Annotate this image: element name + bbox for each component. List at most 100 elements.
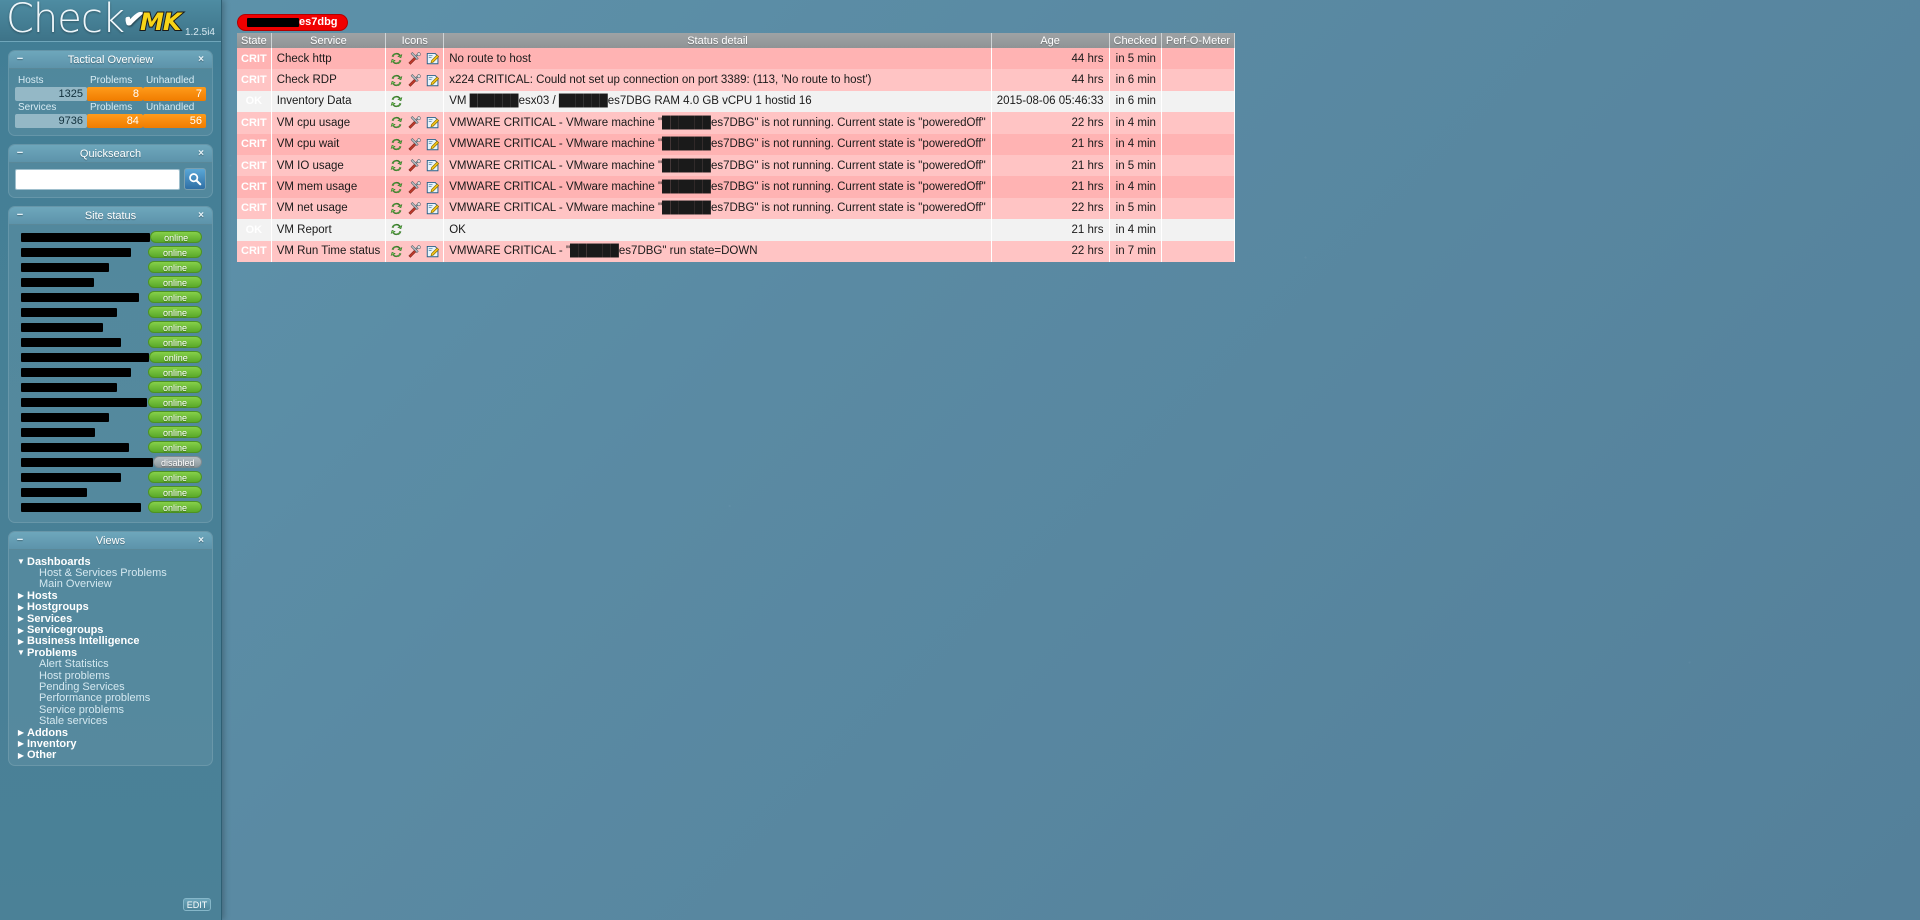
tactical-services-unhandled[interactable]: 56 xyxy=(142,114,206,128)
collapse-icon[interactable]: − xyxy=(14,535,26,547)
tactical-hosts-total[interactable]: 1325 xyxy=(15,87,87,101)
service-name-cell[interactable]: VM IO usage xyxy=(271,154,387,177)
site-status-badge[interactable]: online xyxy=(148,471,202,483)
wrench-icon[interactable] xyxy=(407,73,422,88)
status-badge[interactable]: CRIT xyxy=(237,154,272,177)
views-item-inventory[interactable]: ▶ Inventory xyxy=(15,738,206,750)
site-status-row[interactable]: online xyxy=(15,320,206,334)
chevron-right-icon[interactable]: ▶ xyxy=(15,603,27,612)
notes-icon[interactable] xyxy=(425,201,440,216)
site-status-badge[interactable]: online xyxy=(148,441,202,453)
site-status-row[interactable]: online xyxy=(15,290,206,304)
status-badge[interactable]: CRIT xyxy=(237,176,272,198)
views-item-host-services-problems[interactable]: Host & Services Problems xyxy=(15,567,206,579)
collapse-icon[interactable]: − xyxy=(14,54,26,66)
views-item-business-intelligence[interactable]: ▶ Business Intelligence xyxy=(15,635,206,647)
site-status-row[interactable]: online xyxy=(15,350,206,364)
site-status-badge[interactable]: online xyxy=(148,336,202,348)
reschedule-icon[interactable] xyxy=(389,73,404,88)
site-status-row[interactable]: online xyxy=(15,440,206,454)
views-item-addons[interactable]: ▶ Addons xyxy=(15,727,206,739)
site-status-badge[interactable]: online xyxy=(148,321,202,333)
chevron-down-icon[interactable]: ▼ xyxy=(15,557,27,566)
site-status-row[interactable]: online xyxy=(15,380,206,394)
wrench-icon[interactable] xyxy=(407,201,422,216)
site-status-row[interactable]: online xyxy=(15,245,206,259)
views-item-other[interactable]: ▶ Other xyxy=(15,749,206,761)
collapse-icon[interactable]: − xyxy=(14,148,26,160)
status-badge[interactable]: CRIT xyxy=(237,112,272,134)
site-status-badge[interactable]: online xyxy=(148,501,202,513)
reschedule-icon[interactable] xyxy=(389,51,404,66)
views-item-pending-services[interactable]: Pending Services xyxy=(15,681,206,693)
notes-icon[interactable] xyxy=(425,158,440,173)
site-status-badge[interactable]: online xyxy=(149,351,202,363)
views-item-hosts[interactable]: ▶ Hosts xyxy=(15,590,206,602)
notes-icon[interactable] xyxy=(425,137,440,152)
status-badge[interactable]: OK xyxy=(237,219,272,241)
status-badge[interactable]: OK xyxy=(237,90,272,113)
wrench-icon[interactable] xyxy=(407,180,422,195)
status-badge[interactable]: CRIT xyxy=(237,197,272,220)
column-header-perf-o-meter[interactable]: Perf-O-Meter xyxy=(1161,33,1236,48)
service-name-cell[interactable]: VM Report xyxy=(271,219,387,241)
edit-sidebar-button[interactable]: EDIT xyxy=(183,898,211,911)
chevron-right-icon[interactable]: ▶ xyxy=(15,739,27,748)
reschedule-icon[interactable] xyxy=(389,180,404,195)
site-status-row[interactable]: online xyxy=(15,365,206,379)
reschedule-icon[interactable] xyxy=(389,137,404,152)
notes-icon[interactable] xyxy=(425,51,440,66)
notes-icon[interactable] xyxy=(425,180,440,195)
views-item-hostgroups[interactable]: ▶ Hostgroups xyxy=(15,601,206,613)
service-name-cell[interactable]: VM Run Time status xyxy=(271,240,387,262)
site-status-row[interactable]: online xyxy=(15,485,206,499)
reschedule-icon[interactable] xyxy=(389,222,404,237)
site-status-badge[interactable]: online xyxy=(148,426,202,438)
status-badge[interactable]: CRIT xyxy=(237,69,272,91)
table-row[interactable]: CRIT VM Run Time status VMWARE CRITICAL - … xyxy=(237,240,1236,262)
collapse-icon[interactable]: − xyxy=(14,210,26,222)
search-button[interactable] xyxy=(184,168,206,190)
table-row[interactable]: CRIT VM IO usage VMWARE CRITICAL - VMware … xyxy=(237,154,1236,177)
site-status-badge[interactable]: online xyxy=(148,246,202,258)
site-status-row[interactable]: online xyxy=(15,425,206,439)
views-item-stale-services[interactable]: Stale services xyxy=(15,715,206,727)
status-badge[interactable]: CRIT xyxy=(237,48,272,70)
column-header-state[interactable]: State xyxy=(237,33,272,48)
site-status-row[interactable]: online xyxy=(15,230,206,244)
site-status-row[interactable]: online xyxy=(15,335,206,349)
site-status-badge[interactable]: disabled xyxy=(153,456,202,468)
site-status-badge[interactable]: online xyxy=(148,381,202,393)
table-row[interactable]: CRIT VM cpu usage VMWARE CRITICAL - VMware… xyxy=(237,112,1236,134)
chevron-right-icon[interactable]: ▶ xyxy=(15,591,27,600)
site-status-badge[interactable]: online xyxy=(148,486,202,498)
views-item-servicegroups[interactable]: ▶ Servicegroups xyxy=(15,624,206,636)
table-row[interactable]: CRIT Check RDP x224 CRITICAL: Could not se… xyxy=(237,69,1236,91)
column-header-status-detail[interactable]: Status detail xyxy=(443,33,992,48)
site-status-badge[interactable]: online xyxy=(148,261,202,273)
tactical-hosts-problems[interactable]: 8 xyxy=(87,87,143,101)
site-status-badge[interactable]: online xyxy=(148,276,202,288)
site-status-row[interactable]: online xyxy=(15,395,206,409)
site-status-row[interactable]: online xyxy=(15,260,206,274)
column-header-icons[interactable]: Icons xyxy=(385,33,445,48)
status-badge[interactable]: CRIT xyxy=(237,240,272,262)
reschedule-icon[interactable] xyxy=(389,94,404,109)
views-item-dashboards[interactable]: ▼ Dashboards xyxy=(15,556,206,568)
close-icon[interactable]: × xyxy=(195,535,207,547)
site-status-badge[interactable]: online xyxy=(148,306,202,318)
views-item-performance-problems[interactable]: Performance problems xyxy=(15,692,206,704)
service-name-cell[interactable]: VM cpu wait xyxy=(271,133,387,155)
site-status-row[interactable]: online xyxy=(15,305,206,319)
views-item-alert-statistics[interactable]: Alert Statistics xyxy=(15,658,206,670)
site-status-row[interactable]: online xyxy=(15,500,206,514)
tactical-services-total[interactable]: 9736 xyxy=(15,114,87,128)
chevron-right-icon[interactable]: ▶ xyxy=(15,614,27,623)
table-row[interactable]: CRIT VM mem usage VMWARE CRITICAL - VMware… xyxy=(237,176,1236,198)
tactical-hosts-unhandled[interactable]: 7 xyxy=(142,87,206,101)
service-name-cell[interactable]: Inventory Data xyxy=(271,90,387,113)
column-header-age[interactable]: Age xyxy=(991,33,1110,48)
reschedule-icon[interactable] xyxy=(389,158,404,173)
chevron-right-icon[interactable]: ▶ xyxy=(15,637,27,646)
close-icon[interactable]: × xyxy=(195,210,207,222)
